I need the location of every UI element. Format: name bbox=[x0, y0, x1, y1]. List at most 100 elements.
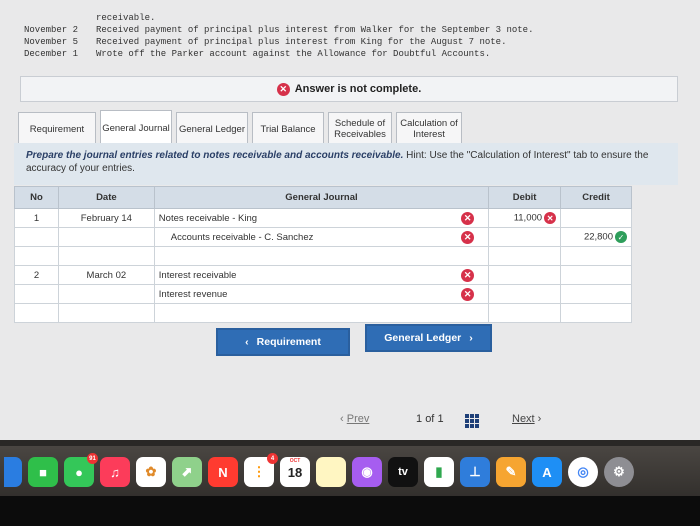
chevron-right-icon: › bbox=[469, 332, 473, 344]
entry-date[interactable]: March 02 bbox=[57, 265, 155, 285]
messages-badge: 91 bbox=[87, 453, 98, 464]
entry-no bbox=[14, 227, 59, 247]
photos-icon[interactable]: ✿ bbox=[136, 457, 166, 487]
entry-no: 1 bbox=[14, 208, 59, 228]
messages-icon[interactable]: ● 91 bbox=[64, 453, 98, 487]
account-cell[interactable]: Interest revenue ✕ bbox=[153, 284, 490, 304]
credit-cell[interactable]: 22,800 ✓ bbox=[560, 227, 632, 247]
account-cell[interactable] bbox=[153, 303, 490, 323]
debit-cell[interactable] bbox=[488, 227, 562, 247]
journal-table: No Date General Journal Debit Credit 1 F… bbox=[14, 186, 632, 323]
apple-tv-label: tv bbox=[398, 466, 408, 478]
account-cell[interactable]: Notes receivable - King ✕ bbox=[153, 208, 490, 228]
credit-cell[interactable] bbox=[560, 303, 632, 323]
entry-date[interactable] bbox=[57, 227, 155, 247]
account-cell[interactable] bbox=[153, 246, 490, 266]
next-button-label: General Ledger bbox=[384, 332, 462, 344]
entry-no: 2 bbox=[14, 265, 59, 285]
grid-view-icon[interactable] bbox=[465, 414, 479, 428]
entry-date[interactable]: February 14 bbox=[57, 208, 155, 228]
pager-of: of bbox=[425, 413, 435, 425]
credit-cell[interactable] bbox=[560, 284, 632, 304]
next-general-ledger-button[interactable]: General Ledger › bbox=[365, 324, 492, 352]
keynote-icon[interactable]: ⊥ bbox=[460, 457, 490, 487]
calendar-badge: 4 bbox=[267, 453, 278, 464]
instruction-panel: Prepare the journal entries related to n… bbox=[14, 143, 678, 185]
pager-total: 1 bbox=[437, 413, 444, 425]
problem-description: Wrote off the Parker account against the… bbox=[96, 49, 491, 59]
pager-prev-link[interactable]: ‹ Prev bbox=[340, 413, 369, 425]
chevron-left-icon: ‹ bbox=[245, 336, 249, 348]
col-header-date: Date bbox=[57, 186, 155, 209]
prev-requirement-button[interactable]: ‹ Requirement bbox=[216, 328, 350, 356]
debit-cell[interactable] bbox=[488, 284, 562, 304]
check-icon: ✓ bbox=[615, 231, 627, 243]
tab-trial-balance[interactable]: Trial Balance bbox=[252, 112, 324, 146]
credit-value: 22,800 bbox=[583, 231, 613, 243]
account-name: Notes receivable - King bbox=[158, 212, 258, 224]
calendar-icon[interactable]: OCT 18 bbox=[280, 457, 310, 487]
error-icon: ✕ bbox=[461, 269, 475, 282]
tab-general-journal[interactable]: General Journal bbox=[100, 110, 172, 146]
problem-line: November 5 Received payment of principal… bbox=[24, 36, 533, 48]
maps-icon[interactable]: ⬈ bbox=[172, 457, 202, 487]
dock: ■ ● 91 ♫ ✿ ⬈ N ⋮ 4 OCT 18 ◉ tv ▮ ⊥ ✎ A ◎ ⚙ bbox=[0, 452, 700, 492]
col-header-no: No bbox=[14, 186, 59, 209]
tab-requirement[interactable]: Requirement bbox=[18, 112, 96, 146]
error-icon: ✕ bbox=[461, 212, 475, 225]
account-cell[interactable]: Interest receivable ✕ bbox=[153, 265, 490, 285]
debit-cell[interactable] bbox=[488, 246, 562, 266]
tab-calculation-of-interest[interactable]: Calculation of Interest bbox=[396, 112, 462, 146]
settings-icon[interactable]: ⚙ bbox=[604, 457, 634, 487]
apple-tv-icon[interactable]: tv bbox=[388, 457, 418, 487]
notes-icon[interactable] bbox=[316, 457, 346, 487]
error-icon: ✕ bbox=[461, 231, 475, 244]
credit-cell[interactable] bbox=[560, 208, 632, 228]
problem-date: November 2 bbox=[24, 25, 79, 35]
pager-next-link[interactable]: Next › bbox=[512, 413, 541, 425]
entry-date[interactable] bbox=[57, 303, 155, 323]
problem-line: November 2 Received payment of principal… bbox=[24, 24, 533, 36]
entry-date[interactable] bbox=[57, 246, 155, 266]
debit-cell[interactable]: 11,000 ✕ bbox=[488, 208, 562, 228]
error-icon: ✕ bbox=[544, 212, 557, 224]
entry-no bbox=[14, 284, 59, 304]
problem-date: November 5 bbox=[24, 37, 79, 47]
debit-value: 11,000 bbox=[513, 212, 543, 224]
entry-date[interactable] bbox=[57, 284, 155, 304]
chevron-right-icon: › bbox=[534, 413, 542, 425]
podcasts-icon[interactable]: ◉ bbox=[352, 457, 382, 487]
reminders-icon[interactable]: ⋮ 4 bbox=[244, 453, 278, 487]
entry-no bbox=[14, 303, 59, 323]
facetime-icon[interactable]: ■ bbox=[28, 457, 58, 487]
problem-date: December 1 bbox=[24, 49, 79, 59]
problem-description: Received payment of principal plus inter… bbox=[96, 37, 507, 47]
tab-schedule-of-receivables[interactable]: Schedule of Receivables bbox=[328, 112, 392, 146]
account-name: Accounts receivable - C. Sanchez bbox=[170, 231, 314, 243]
col-header-debit: Debit bbox=[488, 186, 562, 209]
problem-line: December 1 Wrote off the Parker account … bbox=[24, 48, 533, 60]
account-name: Interest revenue bbox=[158, 288, 228, 300]
credit-cell[interactable] bbox=[560, 265, 632, 285]
error-icon: ✕ bbox=[276, 82, 290, 96]
col-header-account: General Journal bbox=[153, 186, 490, 209]
app-store-icon[interactable]: A bbox=[532, 457, 562, 487]
account-cell[interactable]: Accounts receivable - C. Sanchez ✕ bbox=[153, 227, 490, 247]
table-row: 1 February 14 Notes receivable - King ✕ 1… bbox=[14, 208, 632, 228]
chrome-icon[interactable]: ◎ bbox=[568, 457, 598, 487]
news-icon[interactable]: N bbox=[208, 457, 238, 487]
music-icon[interactable]: ♫ bbox=[100, 457, 130, 487]
tab-bar: Requirement General Journal General Ledg… bbox=[18, 110, 466, 146]
debit-cell[interactable] bbox=[488, 265, 562, 285]
finder-icon[interactable] bbox=[4, 457, 22, 487]
instruction-lead: Prepare the journal entries related to n… bbox=[26, 150, 404, 161]
credit-cell[interactable] bbox=[560, 246, 632, 266]
tab-general-ledger[interactable]: General Ledger bbox=[176, 112, 248, 146]
debit-cell[interactable] bbox=[488, 303, 562, 323]
bezel bbox=[0, 496, 700, 526]
numbers-icon[interactable]: ▮ bbox=[424, 457, 454, 487]
problem-description: Received payment of principal plus inter… bbox=[96, 25, 534, 35]
pages-icon[interactable]: ✎ bbox=[496, 457, 526, 487]
pager-count: 1 of 1 bbox=[416, 413, 444, 425]
pager-prev-label: Prev bbox=[346, 413, 370, 425]
